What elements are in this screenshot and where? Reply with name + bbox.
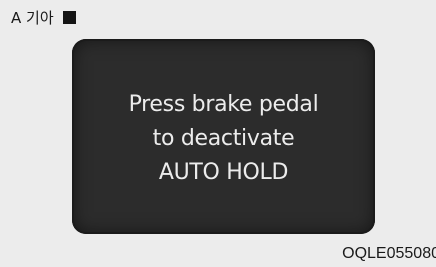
- figure-frame: A 기아 Press brake pedal to deactivate AUT…: [0, 0, 436, 267]
- type-label-text: A 기아: [11, 8, 54, 27]
- message-line-1: Press brake pedal: [128, 92, 319, 117]
- display-message: Press brake pedal to deactivate AUTO HOL…: [72, 88, 375, 190]
- message-line-2: to deactivate: [152, 126, 295, 151]
- cluster-display: Press brake pedal to deactivate AUTO HOL…: [72, 39, 375, 234]
- image-code: OQLE055080: [342, 245, 436, 262]
- message-line-3: AUTO HOLD: [158, 160, 289, 185]
- square-icon: [62, 10, 76, 24]
- type-label: A 기아: [11, 7, 76, 27]
